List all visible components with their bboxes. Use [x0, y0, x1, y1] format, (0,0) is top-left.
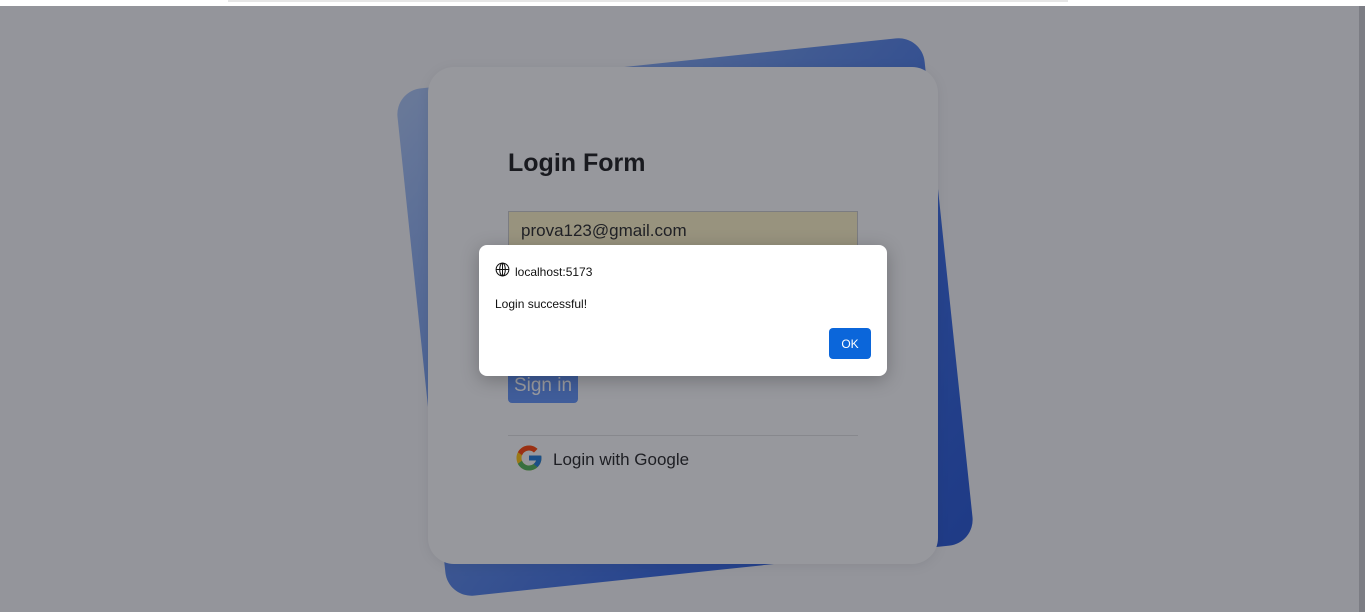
- ok-button[interactable]: OK: [829, 328, 871, 359]
- address-bar-edge: [228, 0, 1068, 2]
- alert-dialog: localhost:5173 Login successful! OK: [479, 245, 887, 376]
- globe-icon: [495, 262, 510, 281]
- dialog-origin: localhost:5173: [495, 262, 592, 281]
- dialog-origin-text: localhost:5173: [515, 264, 593, 279]
- dialog-message: Login successful!: [495, 297, 588, 311]
